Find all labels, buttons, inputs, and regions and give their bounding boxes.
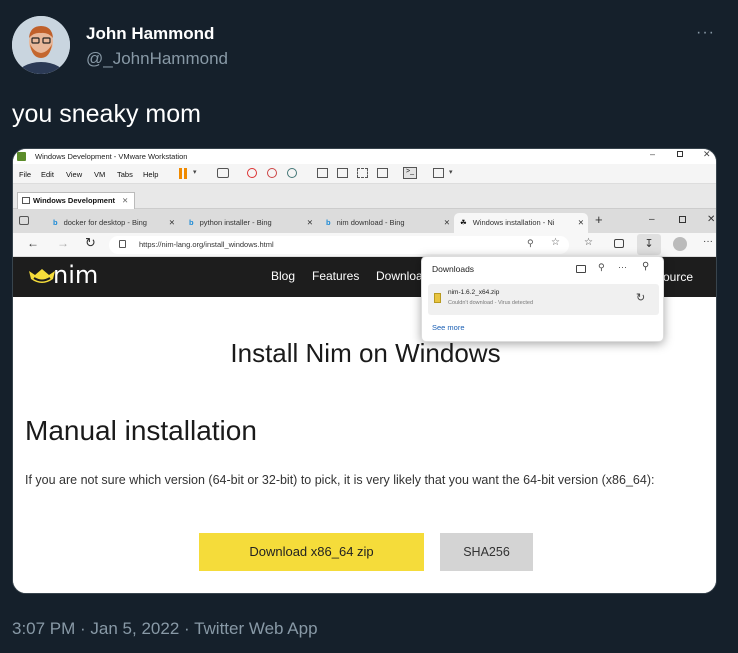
tab-label: nim download - Bing xyxy=(336,218,405,227)
see-more-link[interactable]: See more xyxy=(432,323,465,332)
tab-nim-download[interactable]: b nim download - Bing ✕ xyxy=(320,213,454,233)
bing-icon: b xyxy=(326,218,331,227)
close-tab-icon[interactable]: ✕ xyxy=(578,218,584,227)
favorites-icon[interactable]: ☆ xyxy=(584,237,593,248)
stretch-icon[interactable] xyxy=(433,168,444,178)
settings-more-icon[interactable]: ··· xyxy=(703,236,713,247)
tweet-media-screenshot[interactable]: Windows Development - VMware Workstation… xyxy=(12,148,717,594)
send-keys-icon[interactable] xyxy=(217,168,229,178)
url-field[interactable]: https://nim-lang.org/install_windows.htm… xyxy=(109,236,569,254)
tab-actions-icon[interactable] xyxy=(19,216,29,225)
forward-icon[interactable]: → xyxy=(57,236,69,250)
section-heading: Manual installation xyxy=(25,415,257,446)
tab-docker-for-desktop[interactable]: b docker for desktop - Bing ✕ xyxy=(47,213,179,233)
menu-item-edit[interactable]: Edit xyxy=(41,170,54,179)
console-view-icon[interactable] xyxy=(337,168,348,178)
back-icon[interactable]: ← xyxy=(27,236,39,250)
fullscreen-icon[interactable] xyxy=(357,168,368,178)
profile-avatar-icon[interactable] xyxy=(673,237,687,251)
vmware-title-bar: Windows Development - VMware Workstation… xyxy=(13,149,716,164)
tab-label: python installer - Bing xyxy=(199,218,272,227)
unity-icon[interactable] xyxy=(377,168,388,178)
open-folder-icon[interactable] xyxy=(576,265,586,273)
tab-label: docker for desktop - Bing xyxy=(63,218,147,227)
menu-item-vm[interactable]: VM xyxy=(94,170,105,179)
instruction-paragraph: If you are not sure which version (64-bi… xyxy=(25,473,655,487)
author-avatar[interactable] xyxy=(12,16,70,74)
refresh-icon[interactable]: ↻ xyxy=(85,235,96,251)
menu-item-view[interactable]: View xyxy=(66,170,82,179)
vmware-window-title: Windows Development - VMware Workstation xyxy=(35,152,188,161)
close-icon[interactable]: ✕ xyxy=(703,149,711,160)
menu-item-file[interactable]: File xyxy=(19,170,31,179)
menu-item-help[interactable]: Help xyxy=(143,170,158,179)
url-text: https://nim-lang.org/install_windows.htm… xyxy=(139,240,274,249)
download-status: Couldn't download - Virus detected xyxy=(448,300,534,306)
tab-windows-installation[interactable]: ☘ Windows installation - Ni ✕ xyxy=(454,213,588,233)
bing-icon: b xyxy=(53,218,58,227)
menu-item-tabs[interactable]: Tabs xyxy=(117,170,133,179)
search-icon[interactable]: ⚲ xyxy=(598,262,605,273)
file-icon xyxy=(434,293,441,303)
terminal-icon[interactable]: >_ xyxy=(403,167,417,179)
close-tab-icon[interactable]: ✕ xyxy=(307,218,313,227)
restore-icon[interactable] xyxy=(679,216,686,223)
favorite-icon[interactable]: ☆ xyxy=(551,237,560,248)
bing-icon: b xyxy=(189,218,194,227)
zoom-icon[interactable]: ⚲ xyxy=(527,238,534,249)
author-handle[interactable]: @_JohnHammond xyxy=(86,49,228,69)
vmware-tab-bar: Windows Development ✕ xyxy=(13,184,716,209)
dropdown-arrow-icon[interactable]: ▾ xyxy=(193,168,197,176)
sha256-button[interactable]: SHA256 xyxy=(440,533,533,571)
vmware-menu-bar: File Edit View VM Tabs Help ▾ >_ ▾ xyxy=(13,164,716,184)
tab-python-installer[interactable]: b python installer - Bing ✕ xyxy=(183,213,317,233)
download-zip-button[interactable]: Download x86_64 zip xyxy=(199,533,424,571)
tab-label: Windows installation - Ni xyxy=(472,218,555,227)
tweet-text: you sneaky mom xyxy=(12,100,201,128)
close-tab-icon[interactable]: ✕ xyxy=(169,218,175,227)
vmware-tab-label: Windows Development xyxy=(33,196,116,205)
vmware-logo-icon xyxy=(17,152,26,161)
manage-snapshots-icon[interactable] xyxy=(287,168,297,178)
vmware-tab-windows-development[interactable]: Windows Development ✕ xyxy=(17,192,135,209)
close-tab-icon[interactable]: ✕ xyxy=(444,218,450,227)
download-file-name[interactable]: nim-1.6.2_x64.zip xyxy=(448,289,499,296)
tweet-timestamp[interactable]: 3:07 PM · Jan 5, 2022 · Twitter Web App xyxy=(12,619,318,639)
vm-icon xyxy=(22,197,30,204)
more-options-icon[interactable]: ··· xyxy=(696,24,715,42)
browser-tab-strip: b docker for desktop - Bing ✕ b python inst… xyxy=(13,209,716,233)
maximize-icon[interactable] xyxy=(677,151,683,157)
dropdown-arrow-icon[interactable]: ▾ xyxy=(449,168,453,176)
collections-icon[interactable] xyxy=(614,239,624,248)
revert-snapshot-icon[interactable] xyxy=(267,168,277,178)
minimize-icon[interactable]: – xyxy=(649,214,655,225)
retry-icon[interactable]: ↻ xyxy=(636,291,645,304)
author-name[interactable]: John Hammond xyxy=(86,24,214,44)
browser-address-bar: ← → ↻ https://nim-lang.org/install_windo… xyxy=(13,233,716,257)
downloads-panel-title: Downloads xyxy=(432,264,475,274)
minimize-icon[interactable]: – xyxy=(650,149,655,159)
lock-icon xyxy=(119,240,126,248)
library-view-icon[interactable] xyxy=(317,168,328,178)
nim-logo-text[interactable]: nim xyxy=(53,261,98,289)
downloads-panel: Downloads ⚲ ··· ⚲ nim-1.6.2_x64.zip Coul… xyxy=(421,256,664,342)
close-window-icon[interactable]: ✕ xyxy=(707,214,715,225)
more-options-icon[interactable]: ··· xyxy=(618,262,627,272)
downloads-icon[interactable]: ↧ xyxy=(637,234,661,255)
page-heading: Install Nim on Windows xyxy=(230,338,501,368)
nim-favicon-icon: ☘ xyxy=(460,218,467,227)
pause-icon[interactable] xyxy=(179,168,187,179)
snapshot-icon[interactable] xyxy=(247,168,257,178)
nav-link-features[interactable]: Features xyxy=(312,269,359,283)
download-item[interactable]: nim-1.6.2_x64.zip Couldn't download - Vi… xyxy=(428,284,659,315)
close-tab-icon[interactable]: ✕ xyxy=(122,196,128,205)
pin-icon[interactable]: ⚲ xyxy=(642,261,649,272)
new-tab-icon[interactable]: + xyxy=(595,212,603,227)
nav-link-blog[interactable]: Blog xyxy=(271,269,295,283)
